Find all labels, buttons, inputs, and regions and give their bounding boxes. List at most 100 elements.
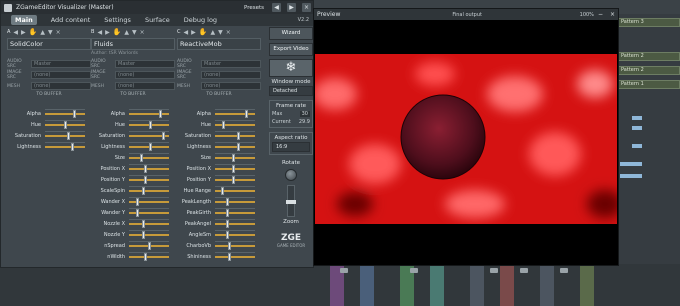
slider-handle[interactable]	[237, 131, 241, 140]
image-src-select[interactable]: (none)	[115, 71, 175, 79]
hand-icon[interactable]: ✋	[29, 28, 38, 36]
slider-handle[interactable]	[222, 120, 226, 129]
close-icon[interactable]: ×	[302, 3, 311, 12]
parameter-slider[interactable]	[129, 163, 169, 173]
mesh-select[interactable]: (none)	[31, 82, 91, 90]
parameter-slider[interactable]	[215, 152, 255, 162]
slider-handle[interactable]	[226, 197, 230, 206]
playlist-clip[interactable]: Pattern 2	[616, 66, 680, 75]
parameter-slider[interactable]	[215, 119, 255, 129]
slider-handle[interactable]	[141, 230, 145, 239]
tab-main[interactable]: Main	[11, 15, 37, 25]
parameter-slider[interactable]	[129, 152, 169, 162]
zoom-slider[interactable]	[286, 185, 296, 217]
layer-effect-name[interactable]: SolidColor	[7, 38, 91, 50]
output-select[interactable]: Final output	[452, 12, 482, 18]
parameter-slider[interactable]	[129, 207, 169, 217]
tab-surface[interactable]: Surface	[145, 16, 170, 24]
slider-handle[interactable]	[227, 241, 231, 250]
slider-handle[interactable]	[158, 109, 162, 118]
mixer-channel[interactable]	[430, 264, 444, 306]
parameter-slider[interactable]	[215, 251, 255, 261]
playlist-clip[interactable]: Pattern 3	[616, 18, 680, 27]
mixer-channel[interactable]	[580, 264, 594, 306]
mixer-channel[interactable]	[540, 264, 554, 306]
parameter-slider[interactable]	[215, 229, 255, 239]
parameter-slider[interactable]	[129, 251, 169, 261]
aspect-ratio-select[interactable]: 16:9	[272, 142, 310, 152]
slider-handle[interactable]	[237, 142, 241, 151]
arrow-right-icon[interactable]: ▶	[21, 29, 26, 36]
to-buffer-toggle[interactable]: TO BUFFER	[91, 92, 175, 100]
parameter-slider[interactable]	[129, 141, 169, 151]
parameter-slider[interactable]	[215, 207, 255, 217]
parameter-slider[interactable]	[215, 130, 255, 140]
plugin-title-bar[interactable]: ZGameEditor Visualizer (Master) Presets …	[1, 1, 313, 14]
mixer-fader[interactable]	[520, 268, 528, 273]
mesh-select[interactable]: (none)	[201, 82, 261, 90]
arrow-right-icon[interactable]: ▶	[191, 29, 196, 36]
slider-handle[interactable]	[141, 186, 145, 195]
parameter-slider[interactable]	[215, 163, 255, 173]
slider-handle[interactable]	[143, 252, 147, 261]
slider-handle[interactable]	[149, 120, 153, 129]
arrow-right-icon[interactable]: ▶	[105, 29, 110, 36]
mesh-select[interactable]: (none)	[115, 82, 175, 90]
slider-handle[interactable]	[136, 197, 140, 206]
slider-handle[interactable]	[244, 109, 248, 118]
mixer-fader[interactable]	[560, 268, 568, 273]
parameter-slider[interactable]	[215, 108, 255, 118]
arrow-left-icon[interactable]: ◀	[184, 29, 189, 36]
parameter-slider[interactable]	[215, 174, 255, 184]
parameter-slider[interactable]	[45, 119, 85, 129]
audio-src-select[interactable]: Master	[31, 60, 91, 68]
zoom-level[interactable]: 100%	[580, 12, 594, 18]
mixer-fader[interactable]	[340, 268, 348, 273]
slider-handle[interactable]	[143, 175, 147, 184]
slider-handle[interactable]	[140, 153, 144, 162]
parameter-slider[interactable]	[215, 240, 255, 250]
presets-button[interactable]: Presets	[244, 5, 264, 11]
slider-handle[interactable]	[220, 186, 224, 195]
parameter-slider[interactable]	[129, 229, 169, 239]
slider-handle[interactable]	[67, 131, 71, 140]
arrow-down-icon[interactable]: ▼	[132, 29, 137, 36]
wizard-button[interactable]: Wizard	[269, 27, 313, 40]
arrow-up-icon[interactable]: ▲	[40, 29, 45, 36]
parameter-slider[interactable]	[129, 119, 169, 129]
minimize-icon[interactable]: −	[598, 11, 603, 18]
slider-handle[interactable]	[141, 219, 145, 228]
mixer-fader[interactable]	[410, 268, 418, 273]
to-buffer-toggle[interactable]: TO BUFFER	[7, 92, 91, 100]
tab-settings[interactable]: Settings	[104, 16, 131, 24]
arrow-down-icon[interactable]: ▼	[48, 29, 53, 36]
hand-icon[interactable]: ✋	[199, 28, 208, 36]
hand-icon[interactable]: ✋	[113, 28, 122, 36]
parameter-slider[interactable]	[129, 196, 169, 206]
presets-arrow-icon[interactable]: ◀	[272, 3, 281, 12]
slider-handle[interactable]	[227, 252, 231, 261]
slider-handle[interactable]	[162, 131, 166, 140]
slider-handle[interactable]	[226, 230, 230, 239]
audio-src-select[interactable]: Master	[201, 60, 261, 68]
zoom-slider-handle[interactable]	[286, 200, 296, 204]
tab-add-content[interactable]: Add content	[51, 16, 91, 24]
presets-next-icon[interactable]: ▶	[287, 3, 296, 12]
parameter-slider[interactable]	[129, 218, 169, 228]
preview-title-bar[interactable]: Preview Final output 100% − ×	[314, 9, 618, 20]
slider-handle[interactable]	[136, 208, 140, 217]
arrow-left-icon[interactable]: ◀	[97, 29, 102, 36]
mixer-channel[interactable]	[360, 264, 374, 306]
audio-src-select[interactable]: Master	[115, 60, 175, 68]
snowflake-icon[interactable]: ❄	[269, 59, 313, 77]
parameter-slider[interactable]	[45, 108, 85, 118]
mixer-channel[interactable]	[470, 264, 484, 306]
slider-handle[interactable]	[226, 219, 230, 228]
slider-handle[interactable]	[143, 164, 147, 173]
slider-handle[interactable]	[231, 153, 235, 162]
playlist-area[interactable]: Pattern 3 Pattern 2 Pattern 2 Pattern 1	[612, 14, 680, 306]
close-icon[interactable]: ×	[140, 29, 145, 36]
arrow-left-icon[interactable]: ◀	[13, 29, 18, 36]
parameter-slider[interactable]	[129, 174, 169, 184]
parameter-slider[interactable]	[215, 218, 255, 228]
